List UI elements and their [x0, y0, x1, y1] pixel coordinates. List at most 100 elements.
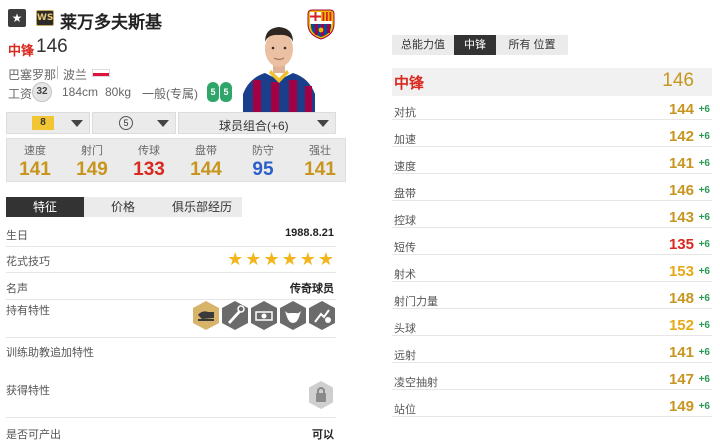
attribute-row: 短传 135 +6	[392, 235, 712, 255]
lock-icon[interactable]	[308, 380, 334, 410]
stat-label: 射门	[81, 145, 103, 157]
training-select[interactable]: 5	[92, 112, 176, 134]
attribute-value: 148	[668, 290, 694, 307]
attribute-row: 凌空抽射 147 +6	[392, 370, 712, 390]
attribute-bonus: +6	[698, 104, 710, 115]
info-tabs: 特征 价格 俱乐部经历	[6, 197, 242, 217]
attribute-value: 141	[668, 155, 694, 172]
attribute-row: 射门力量 148 +6	[392, 289, 712, 309]
star-icon: ★	[299, 249, 316, 269]
attribute-bonus: +6	[698, 347, 710, 358]
attribute-row: 对抗 144 +6	[392, 100, 712, 120]
divider	[57, 66, 58, 79]
training-badge: 5	[119, 116, 133, 130]
attribute-row: 控球 143 +6	[392, 208, 712, 228]
attribute-value: 152	[668, 317, 694, 334]
fame-row: 名声 传奇球员	[6, 280, 336, 300]
attribute-label: 射术	[394, 269, 416, 281]
player-info-panel: ★ WS 莱万多夫斯基 中锋 146 巴塞罗那 波兰 工资 32 184cm 8…	[0, 0, 348, 443]
birthday-value: 1988.8.21	[285, 227, 334, 239]
trait-finesse-icon[interactable]	[221, 300, 249, 331]
attribute-bonus: +6	[698, 239, 710, 250]
stat-defending: 防守 95	[235, 139, 291, 181]
favorite-star-icon[interactable]: ★	[8, 9, 26, 27]
attribute-value: 143	[668, 209, 694, 226]
stat-label: 传球	[138, 145, 160, 157]
weight: 80kg	[105, 85, 132, 99]
star-icon: ★	[263, 249, 280, 269]
attribute-label: 控球	[394, 215, 416, 227]
attribute-label: 短传	[394, 242, 416, 254]
attribute-label: 头球	[394, 323, 416, 335]
level-select[interactable]: 8	[6, 112, 90, 134]
tab-striker[interactable]: 中锋	[454, 35, 496, 55]
attribute-bonus: +6	[698, 131, 710, 142]
attribute-bonus: +6	[698, 374, 710, 385]
position-rating-header: 中锋 146	[392, 68, 712, 96]
attribute-bonus: +6	[698, 293, 710, 304]
position-label: 中锋	[8, 43, 35, 58]
right-foot-icon: 5	[220, 82, 232, 102]
attribute-bonus: +6	[698, 401, 710, 412]
skill-moves-label: 花式技巧	[6, 256, 50, 268]
attribute-row: 远射 141 +6	[392, 343, 712, 363]
position-rating-label: 中锋	[394, 75, 425, 92]
tab-price[interactable]: 价格	[84, 197, 162, 217]
trait-long-shot-icon[interactable]	[250, 300, 278, 331]
tab-overall[interactable]: 总能力值	[392, 35, 454, 55]
traits-label: 持有特性	[6, 305, 50, 317]
producible-value: 可以	[312, 429, 334, 441]
tab-all-positions[interactable]: 所有 位置	[496, 35, 568, 55]
season-badge: WS	[36, 10, 54, 26]
attribute-label: 凌空抽射	[394, 377, 438, 389]
chemistry-select[interactable]: 球员组合(+6)	[178, 112, 336, 134]
attribute-value: 141	[668, 344, 694, 361]
attribute-row: 站位 149 +6	[392, 397, 712, 417]
skill-moves-row: 花式技巧 ★ ★ ★ ★ ★ ★	[6, 249, 336, 273]
attribute-row: 加速 142 +6	[392, 127, 712, 147]
stat-value: 141	[304, 159, 336, 180]
attribute-bonus: +6	[698, 320, 710, 331]
player-header: ★ WS 莱万多夫斯基 中锋 146 巴塞罗那 波兰 工资 32 184cm 8…	[0, 0, 348, 112]
nation-name: 波兰	[63, 68, 88, 82]
left-foot-icon: 5	[207, 82, 219, 102]
height: 184cm	[62, 85, 99, 99]
attribute-label: 远射	[394, 350, 416, 362]
acquired-traits-label: 获得特性	[6, 385, 50, 397]
tab-club-history[interactable]: 俱乐部经历	[162, 197, 242, 217]
trait-bull-icon[interactable]	[279, 300, 307, 331]
stat-passing: 传球 133	[121, 139, 177, 181]
chevron-down-icon	[71, 120, 83, 127]
coach-traits-label: 训练助教追加特性	[6, 347, 94, 359]
attribute-value: 149	[668, 398, 694, 415]
stat-value: 144	[190, 159, 222, 180]
attribute-value: 144	[668, 101, 694, 118]
tab-traits[interactable]: 特征	[6, 197, 84, 217]
position-rating-value: 146	[662, 70, 694, 91]
stat-pace: 速度 141	[7, 139, 63, 181]
producible-row: 是否可产出 可以	[6, 426, 336, 442]
traits-row: 持有特性	[6, 300, 336, 338]
attribute-row: 盘带 146 +6	[392, 181, 712, 201]
attribute-label: 加速	[394, 134, 416, 146]
attribute-label: 射门力量	[394, 296, 438, 308]
stat-label: 强壮	[309, 145, 331, 157]
chemistry-label: 球员组合(+6)	[219, 119, 289, 133]
attribute-bonus: +6	[698, 185, 710, 196]
trait-volley-icon[interactable]	[308, 300, 336, 331]
body-type: 一般(专属)	[142, 87, 198, 101]
club-name: 巴塞罗那	[8, 68, 57, 82]
attribute-row: 射术 153 +6	[392, 262, 712, 282]
stat-physical: 强壮 141	[292, 139, 348, 181]
attribute-label: 盘带	[394, 188, 416, 200]
rating-tabs: 总能力值 中锋 所有 位置	[392, 35, 568, 55]
chevron-down-icon	[157, 120, 169, 127]
enhance-selectors: 8 5 球员组合(+6)	[6, 112, 336, 134]
fame-label: 名声	[6, 283, 28, 295]
attribute-value: 142	[668, 128, 694, 145]
stat-value: 95	[252, 159, 274, 180]
trait-power-header-icon[interactable]	[192, 300, 220, 331]
attribute-bonus: +6	[698, 266, 710, 277]
attribute-label: 对抗	[394, 107, 416, 119]
attribute-bonus: +6	[698, 212, 710, 223]
